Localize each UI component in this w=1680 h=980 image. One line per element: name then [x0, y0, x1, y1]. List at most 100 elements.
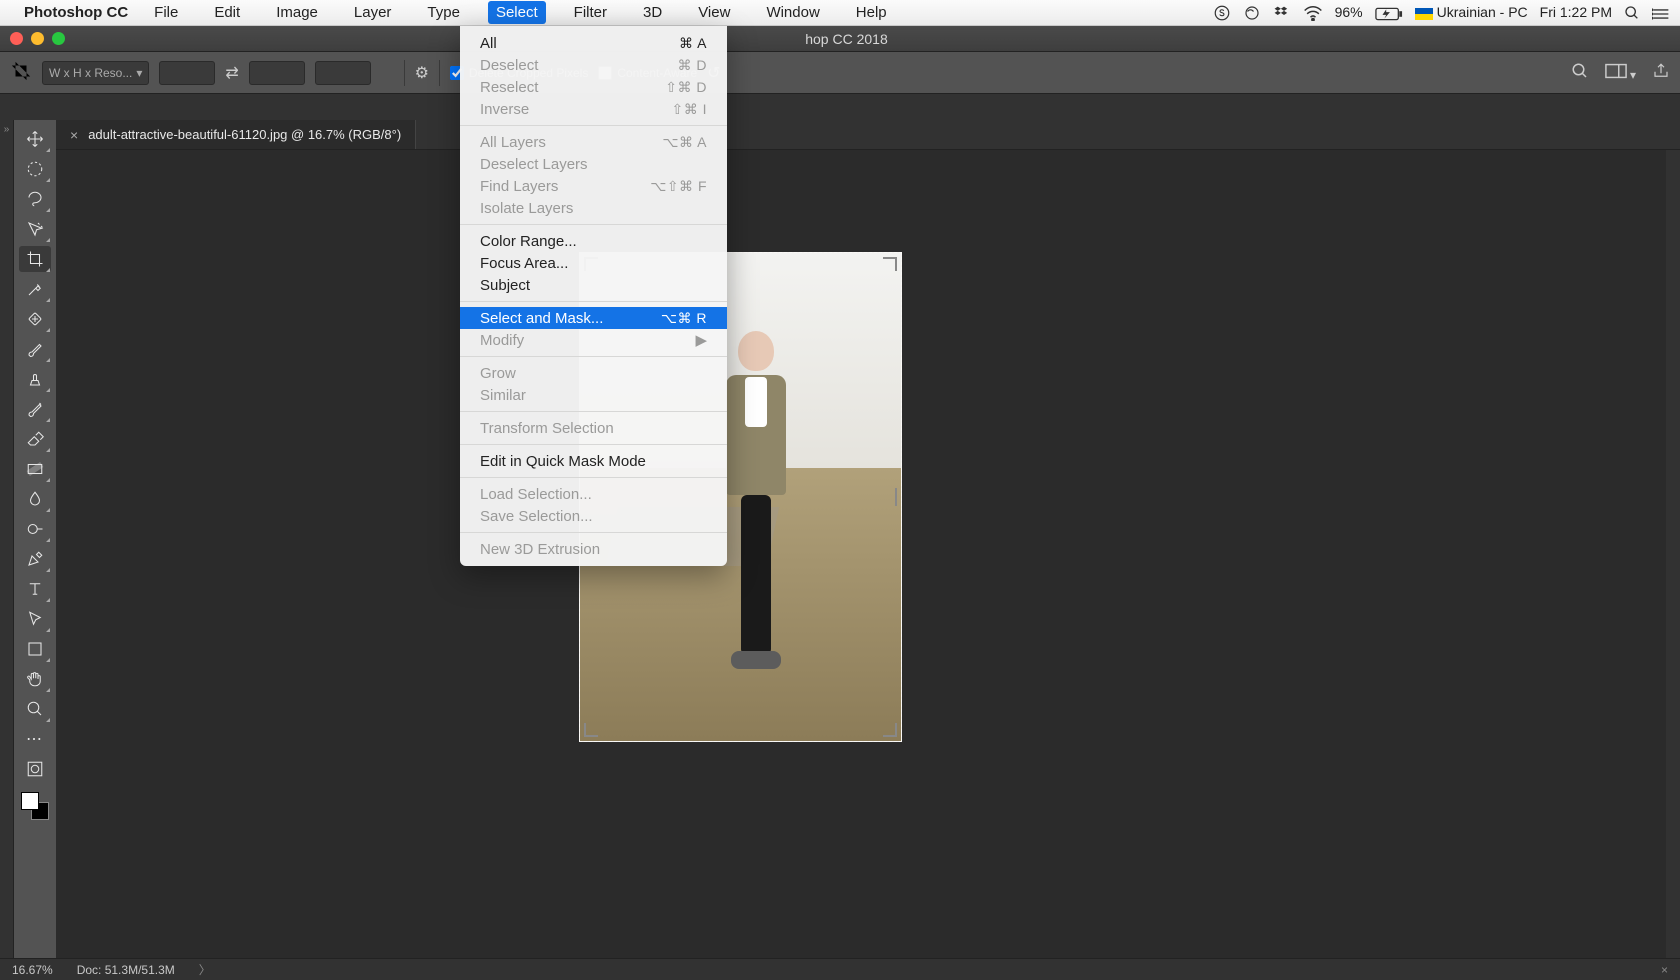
- canvas-viewport[interactable]: [56, 150, 1666, 980]
- photoshop-window: hop CC 2018 W x H x Reso... ⇄ ⤫ ⚙ Delete…: [0, 26, 1680, 980]
- menu-window[interactable]: Window: [758, 1, 827, 24]
- crop-handle-br[interactable]: [879, 719, 897, 737]
- dodge-tool[interactable]: [19, 516, 51, 542]
- menu-view[interactable]: View: [690, 1, 738, 24]
- input-source[interactable]: Ukrainian - PC: [1415, 4, 1528, 20]
- menu-new-3d-extrusion[interactable]: New 3D Extrusion: [460, 538, 727, 560]
- crop-options-gear-icon[interactable]: ⚙: [415, 63, 429, 83]
- crop-preset-label: W x H x Reso...: [49, 66, 132, 80]
- menu-select[interactable]: Select: [488, 1, 546, 24]
- foreground-background-swatches[interactable]: [21, 792, 49, 820]
- menu-all[interactable]: All⌘ A: [460, 32, 727, 54]
- menu-image[interactable]: Image: [268, 1, 326, 24]
- path-select-tool[interactable]: [19, 606, 51, 632]
- panel-close-icon[interactable]: ×: [1661, 963, 1668, 977]
- menu-reselect[interactable]: Reselect⇧⌘ D: [460, 76, 727, 98]
- separator: [404, 60, 405, 86]
- menu-3d[interactable]: 3D: [635, 1, 670, 24]
- menu-type[interactable]: Type: [419, 1, 468, 24]
- window-title: hop CC 2018: [13, 31, 1680, 47]
- cc-icon[interactable]: [1243, 3, 1261, 21]
- status-bar: 16.67% Doc: 51.3M/51.3M 〉 ×: [0, 958, 1680, 980]
- select-menu-dropdown: All⌘ A Deselect⌘ D Reselect⇧⌘ D Inverse⇧…: [460, 26, 727, 566]
- panel-collapse-gutter[interactable]: »: [0, 120, 14, 980]
- hand-tool[interactable]: [19, 666, 51, 692]
- shape-tool[interactable]: [19, 636, 51, 662]
- window-minimize-button[interactable]: [31, 32, 44, 45]
- doc-size[interactable]: Doc: 51.3M/51.3M: [77, 963, 175, 977]
- vertical-scrollbar[interactable]: [1666, 150, 1680, 980]
- menu-deselect-layers[interactable]: Deselect Layers: [460, 153, 727, 175]
- share-icon[interactable]: [1652, 62, 1670, 83]
- pen-tool[interactable]: [19, 546, 51, 572]
- wifi-icon[interactable]: [1303, 4, 1323, 21]
- window-zoom-button[interactable]: [52, 32, 65, 45]
- move-tool[interactable]: [19, 126, 51, 152]
- zoom-level[interactable]: 16.67%: [12, 963, 53, 977]
- menu-extra-icon[interactable]: [1652, 4, 1670, 20]
- menu-load-selection[interactable]: Load Selection...: [460, 483, 727, 505]
- workspace-switcher-icon[interactable]: ▾: [1605, 63, 1636, 82]
- menu-color-range[interactable]: Color Range...: [460, 230, 727, 252]
- spotlight-icon[interactable]: [1624, 4, 1640, 21]
- crop-handle-r[interactable]: [895, 488, 897, 506]
- skype-icon[interactable]: [1213, 3, 1231, 21]
- menu-deselect[interactable]: Deselect⌘ D: [460, 54, 727, 76]
- dropbox-icon[interactable]: [1273, 3, 1291, 21]
- crop-resolution-input[interactable]: [315, 61, 371, 85]
- menu-isolate-layers[interactable]: Isolate Layers: [460, 197, 727, 219]
- lasso-tool[interactable]: [19, 186, 51, 212]
- menu-subject[interactable]: Subject: [460, 274, 727, 296]
- window-close-button[interactable]: [10, 32, 23, 45]
- menu-all-layers[interactable]: All Layers⌥⌘ A: [460, 131, 727, 153]
- menu-transform-selection[interactable]: Transform Selection: [460, 417, 727, 439]
- battery-icon[interactable]: [1375, 4, 1403, 20]
- healing-brush-tool[interactable]: [19, 306, 51, 332]
- swap-dimensions-icon[interactable]: ⇄: [225, 63, 238, 83]
- menu-save-selection[interactable]: Save Selection...: [460, 505, 727, 527]
- brush-tool[interactable]: [19, 336, 51, 362]
- eyedropper-tool[interactable]: [19, 276, 51, 302]
- document-tab-title: adult-attractive-beautiful-61120.jpg @ 1…: [88, 127, 401, 142]
- clock[interactable]: Fri 1:22 PM: [1540, 4, 1612, 20]
- quick-select-tool[interactable]: [19, 216, 51, 242]
- menu-find-layers[interactable]: Find Layers⌥⇧⌘ F: [460, 175, 727, 197]
- menu-quick-mask[interactable]: Edit in Quick Mask Mode: [460, 450, 727, 472]
- menu-layer[interactable]: Layer: [346, 1, 400, 24]
- eraser-tool[interactable]: [19, 426, 51, 452]
- history-brush-tool[interactable]: [19, 396, 51, 422]
- edit-toolbar[interactable]: ⋯: [19, 726, 51, 752]
- gradient-tool[interactable]: [19, 456, 51, 482]
- menu-filter[interactable]: Filter: [566, 1, 615, 24]
- menu-select-and-mask[interactable]: Select and Mask...⌥⌘ R: [460, 307, 727, 329]
- crop-width-input[interactable]: [159, 61, 215, 85]
- workspace: » ⋯: [0, 120, 1680, 980]
- menu-focus-area[interactable]: Focus Area...: [460, 252, 727, 274]
- close-tab-icon[interactable]: ×: [70, 127, 78, 143]
- crop-height-input[interactable]: [249, 61, 305, 85]
- crop-handle-tr[interactable]: [879, 257, 897, 275]
- menu-edit[interactable]: Edit: [206, 1, 248, 24]
- menu-modify[interactable]: Modify▶: [460, 329, 727, 351]
- menu-file[interactable]: File: [146, 1, 186, 24]
- type-tool[interactable]: [19, 576, 51, 602]
- search-icon[interactable]: [1571, 62, 1589, 83]
- blur-tool[interactable]: [19, 486, 51, 512]
- menu-grow[interactable]: Grow: [460, 362, 727, 384]
- crop-tool[interactable]: [19, 246, 51, 272]
- clone-stamp-tool[interactable]: [19, 366, 51, 392]
- foreground-color-swatch[interactable]: [21, 792, 39, 810]
- menu-inverse[interactable]: Inverse⇧⌘ I: [460, 98, 727, 120]
- document-tab[interactable]: × adult-attractive-beautiful-61120.jpg @…: [56, 120, 416, 149]
- separator: [439, 60, 440, 86]
- status-menu-arrow-icon[interactable]: 〉: [199, 961, 211, 978]
- zoom-tool[interactable]: [19, 696, 51, 722]
- menu-similar[interactable]: Similar: [460, 384, 727, 406]
- quick-mask-toggle[interactable]: [19, 756, 51, 782]
- crop-tool-icon[interactable]: [10, 60, 32, 85]
- menu-help[interactable]: Help: [848, 1, 895, 24]
- marquee-tool[interactable]: [19, 156, 51, 182]
- crop-handle-bl[interactable]: [584, 719, 602, 737]
- crop-preset-dropdown[interactable]: W x H x Reso...: [42, 61, 149, 85]
- app-name[interactable]: Photoshop CC: [24, 4, 128, 21]
